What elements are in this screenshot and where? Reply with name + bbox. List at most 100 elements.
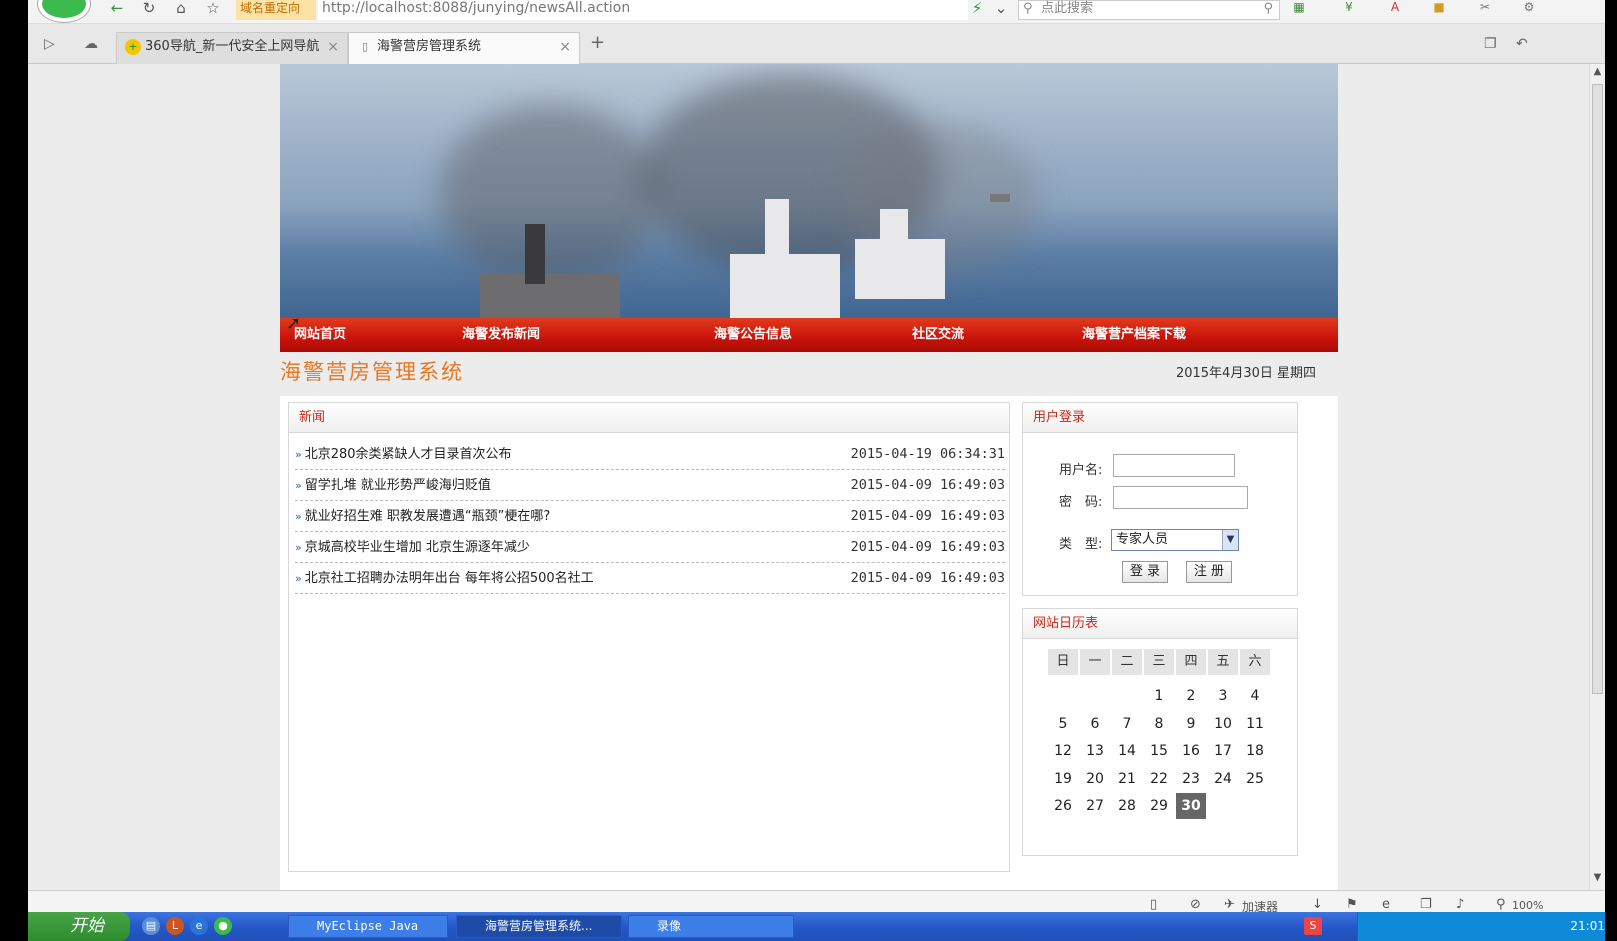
- news-item[interactable]: » 北京社工招聘办法明年出台 每年将公招500名社工 2015-04-09 16:…: [295, 563, 1005, 594]
- pdf-icon[interactable]: A: [1386, 0, 1404, 16]
- vertical-scrollbar[interactable]: ▲ ▼: [1589, 64, 1605, 890]
- calendar-day[interactable]: 8: [1144, 711, 1174, 737]
- calendar-day[interactable]: 22: [1144, 766, 1174, 792]
- calendar-day[interactable]: 6: [1080, 711, 1110, 737]
- news-item[interactable]: » 京城高校毕业生增加 北京生源逐年减少 2015-04-09 16:49:03: [295, 532, 1005, 563]
- quicklaunch-app-icon[interactable]: L: [166, 917, 184, 935]
- calendar-day[interactable]: 24: [1208, 766, 1238, 792]
- calendar-day[interactable]: 12: [1048, 738, 1078, 764]
- login-button[interactable]: 登 录: [1122, 561, 1168, 583]
- menu-community[interactable]: 社区交流: [912, 318, 964, 352]
- calendar-day[interactable]: 17: [1208, 738, 1238, 764]
- user-type-select[interactable]: 专家人员 ▼: [1111, 529, 1239, 551]
- task-recording[interactable]: 录像: [628, 915, 794, 938]
- cloud-icon[interactable]: ☁: [84, 36, 98, 52]
- money-icon[interactable]: ¥: [1340, 0, 1358, 16]
- undo-close-icon[interactable]: ↶: [1516, 36, 1528, 52]
- calendar-day[interactable]: 5: [1048, 711, 1078, 737]
- news-item[interactable]: » 留学扎堆 就业形势严峻海归贬值 2015-04-09 16:49:03: [295, 470, 1005, 501]
- password-input[interactable]: [1113, 486, 1248, 509]
- calendar-day[interactable]: 26: [1048, 793, 1078, 819]
- calendar-day[interactable]: 10: [1208, 711, 1238, 737]
- news-title[interactable]: 北京社工招聘办法明年出台 每年将公招500名社工: [305, 571, 594, 586]
- calendar-day[interactable]: 29: [1144, 793, 1174, 819]
- sidebar-toggle-icon[interactable]: ▷: [44, 36, 55, 52]
- quicklaunch-ie-icon[interactable]: e: [190, 917, 208, 935]
- calendar-day[interactable]: 27: [1080, 793, 1110, 819]
- calendar-day[interactable]: 3: [1208, 683, 1238, 709]
- news-title[interactable]: 京城高校毕业生增加 北京生源逐年减少: [305, 540, 530, 555]
- url-input[interactable]: http://localhost:8088/junying/newsAll.ac…: [318, 0, 968, 20]
- tab-haijing[interactable]: ▯ 海警营房管理系统 ×: [348, 32, 580, 64]
- flag-icon[interactable]: ⚑: [1346, 897, 1358, 912]
- scroll-down-icon[interactable]: ▼: [1591, 872, 1604, 888]
- phone-icon[interactable]: ▯: [1150, 897, 1157, 912]
- chevron-down-icon[interactable]: ▼: [1222, 530, 1238, 550]
- back-icon[interactable]: ←: [106, 0, 128, 18]
- calendar-day[interactable]: 21: [1112, 766, 1142, 792]
- search-input[interactable]: ⚲ 点此搜索 ⚲: [1018, 0, 1280, 20]
- rocket-icon[interactable]: ✈: [1224, 897, 1235, 912]
- zoom-level[interactable]: 100%: [1512, 899, 1543, 912]
- calendar-day[interactable]: 2: [1176, 683, 1206, 709]
- start-button[interactable]: 开始: [28, 912, 130, 941]
- new-tab-icon[interactable]: +: [590, 32, 605, 53]
- refresh-icon[interactable]: ↻: [138, 0, 160, 18]
- apps-icon[interactable]: ▦: [1290, 0, 1308, 16]
- home-icon[interactable]: ⌂: [170, 0, 192, 18]
- news-title[interactable]: 留学扎堆 就业形势严峻海归贬值: [305, 478, 491, 493]
- speed-icon[interactable]: ⊘: [1190, 897, 1201, 912]
- close-tab-icon[interactable]: ×: [327, 33, 339, 61]
- lightning-icon[interactable]: ⚡: [966, 0, 988, 18]
- quicklaunch-360-icon[interactable]: ●: [214, 917, 232, 935]
- calendar-day[interactable]: 15: [1144, 738, 1174, 764]
- calendar-day[interactable]: 19: [1048, 766, 1078, 792]
- tools-icon[interactable]: ⚙: [1520, 0, 1538, 16]
- redirect-tag[interactable]: 域名重定向: [236, 0, 316, 20]
- task-myeclipse[interactable]: MyEclipse Java E...: [288, 915, 448, 941]
- quicklaunch-desktop-icon[interactable]: ▤: [142, 917, 160, 935]
- calendar-day[interactable]: 14: [1112, 738, 1142, 764]
- clock[interactable]: 21:01: [1570, 912, 1605, 941]
- calendar-day[interactable]: 20: [1080, 766, 1110, 792]
- sogou-input-icon[interactable]: S: [1304, 917, 1322, 935]
- calendar-day[interactable]: 18: [1240, 738, 1270, 764]
- news-title[interactable]: 就业好招生难 职教发展遭遇“瓶颈”梗在哪?: [305, 509, 551, 524]
- calendar-day[interactable]: 16: [1176, 738, 1206, 764]
- calendar-day[interactable]: 7: [1112, 711, 1142, 737]
- window-icon[interactable]: ❐: [1420, 897, 1432, 912]
- screenshot-icon[interactable]: ✂: [1476, 0, 1494, 16]
- scroll-thumb[interactable]: [1592, 84, 1603, 694]
- menu-news[interactable]: 海警发布新闻: [462, 318, 540, 352]
- extension-icon[interactable]: ■: [1430, 0, 1448, 16]
- calendar-day[interactable]: 25: [1240, 766, 1270, 792]
- search-icon[interactable]: ⚲: [1263, 1, 1273, 17]
- username-input[interactable]: [1113, 454, 1235, 477]
- menu-downloads[interactable]: 海警营产档案下载: [1082, 318, 1186, 352]
- favorite-star-icon[interactable]: ☆: [202, 0, 224, 18]
- ie-icon[interactable]: e: [1382, 897, 1390, 912]
- news-item[interactable]: » 北京280余类紧缺人才目录首次公布 2015-04-19 06:34:31: [295, 439, 1005, 470]
- scroll-up-icon[interactable]: ▲: [1591, 66, 1604, 82]
- register-button[interactable]: 注 册: [1186, 561, 1232, 583]
- browser-logo-icon[interactable]: [38, 0, 90, 22]
- close-tab-icon[interactable]: ×: [559, 33, 571, 61]
- task-browser[interactable]: 海警营房管理系统...: [456, 915, 622, 938]
- menu-home[interactable]: 网站首页: [294, 318, 346, 352]
- url-dropdown-icon[interactable]: ⌄: [990, 0, 1012, 18]
- window-restore-icon[interactable]: ❐: [1484, 36, 1497, 52]
- calendar-day[interactable]: 1: [1144, 683, 1174, 709]
- calendar-day[interactable]: 9: [1176, 711, 1206, 737]
- tab-360-nav[interactable]: + 360导航_新一代安全上网导航 ×: [116, 32, 348, 64]
- volume-icon[interactable]: ♪: [1456, 897, 1464, 912]
- menu-notices[interactable]: 海警公告信息: [714, 318, 792, 352]
- calendar-day[interactable]: 23: [1176, 766, 1206, 792]
- calendar-day[interactable]: 4: [1240, 683, 1270, 709]
- calendar-day[interactable]: 28: [1112, 793, 1142, 819]
- zoom-icon[interactable]: ⚲: [1496, 897, 1506, 912]
- news-item[interactable]: » 就业好招生难 职教发展遭遇“瓶颈”梗在哪? 2015-04-09 16:49:…: [295, 501, 1005, 532]
- calendar-day[interactable]: 13: [1080, 738, 1110, 764]
- calendar-day-today[interactable]: 30: [1176, 793, 1206, 819]
- search-engine-icon[interactable]: ⚲: [1023, 1, 1033, 17]
- news-title[interactable]: 北京280余类紧缺人才目录首次公布: [305, 447, 512, 462]
